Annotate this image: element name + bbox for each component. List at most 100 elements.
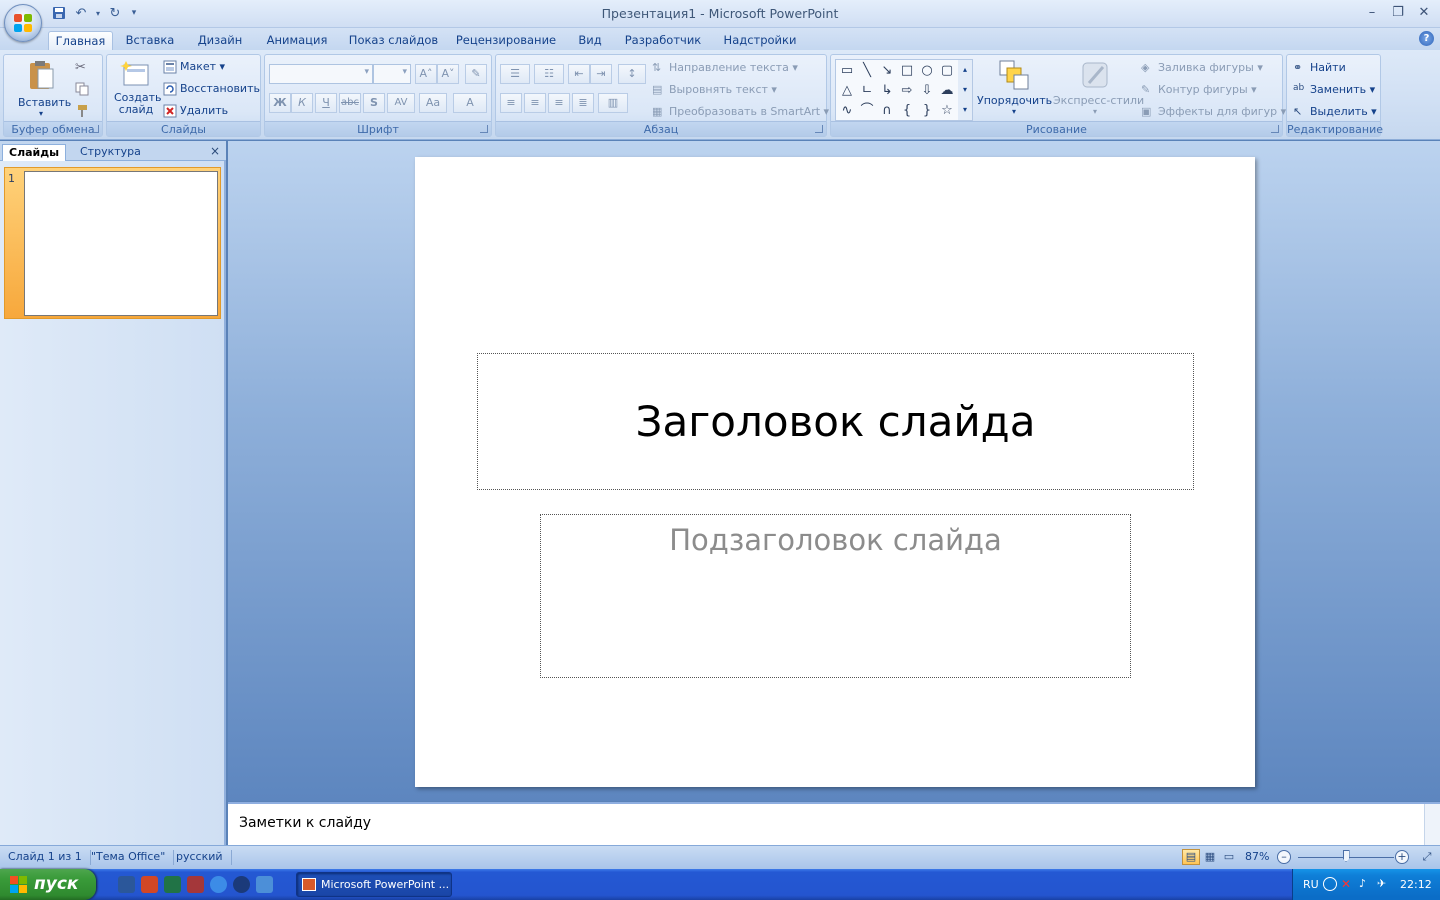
rectangle-shape-icon[interactable]: □: [898, 62, 916, 80]
notes-pane[interactable]: Заметки к слайду: [228, 802, 1440, 845]
office-button[interactable]: [4, 4, 42, 42]
shrink-font-icon[interactable]: A˅: [437, 64, 459, 84]
increase-indent-icon[interactable]: ⇥: [590, 64, 612, 84]
tab-addins[interactable]: Надстройки: [718, 31, 802, 50]
title-placeholder[interactable]: Заголовок слайда: [477, 353, 1194, 490]
elbow-arrow-shape-icon[interactable]: ↳: [878, 82, 896, 100]
cut-icon[interactable]: ✂: [75, 60, 86, 75]
clipboard-launcher-icon[interactable]: [91, 125, 99, 133]
excel-icon[interactable]: [164, 876, 181, 893]
powerpoint-icon[interactable]: [141, 876, 158, 893]
bullets-icon[interactable]: ☰: [500, 64, 530, 84]
arc-shape-icon[interactable]: ⌒: [858, 102, 876, 120]
replace-button[interactable]: ab Заменить ▾: [1293, 83, 1375, 97]
bold-button[interactable]: Ж: [269, 93, 291, 113]
align-left-icon[interactable]: ≡: [500, 93, 522, 113]
align-text-button[interactable]: ▤ Выровнять текст ▾: [652, 83, 777, 97]
keyboard-language[interactable]: RU: [1303, 878, 1319, 891]
delete-slide-button[interactable]: Удалить: [163, 104, 228, 118]
clear-format-icon[interactable]: ✎: [465, 64, 487, 84]
arrange-button[interactable]: Упорядочить ▾: [977, 59, 1052, 116]
left-brace-shape-icon[interactable]: {: [898, 102, 916, 120]
notes-scrollbar[interactable]: [1424, 804, 1440, 845]
start-button[interactable]: пуск: [0, 869, 96, 900]
font-size-combo[interactable]: [373, 64, 411, 84]
font-launcher-icon[interactable]: [480, 125, 488, 133]
find-button[interactable]: ⚭ Найти: [1293, 61, 1346, 75]
slide-sorter-view-button[interactable]: ▦: [1201, 849, 1219, 865]
triangle-shape-icon[interactable]: △: [838, 82, 856, 100]
shape-effects-button[interactable]: ▣ Эффекты для фигур ▾: [1141, 105, 1286, 119]
tray-expand-icon[interactable]: [1323, 877, 1337, 891]
textbox-shape-icon[interactable]: ▭: [838, 62, 856, 80]
tab-insert[interactable]: Вставка: [120, 31, 180, 50]
decrease-indent-icon[interactable]: ⇤: [568, 64, 590, 84]
curve-shape-icon[interactable]: ∩: [878, 102, 896, 120]
subtitle-placeholder[interactable]: Подзаголовок слайда: [540, 514, 1131, 678]
slide-thumbnail[interactable]: 1: [4, 167, 221, 319]
align-center-icon[interactable]: ≡: [524, 93, 546, 113]
justify-icon[interactable]: ≣: [572, 93, 594, 113]
change-case-button[interactable]: Aa: [419, 93, 447, 113]
drawing-launcher-icon[interactable]: [1271, 125, 1279, 133]
security-icon[interactable]: ✈: [1377, 877, 1391, 891]
copy-icon[interactable]: [75, 82, 89, 99]
slideshow-view-button[interactable]: ▭: [1220, 849, 1238, 865]
oval-shape-icon[interactable]: ○: [918, 62, 936, 80]
word-icon[interactable]: [118, 876, 135, 893]
shadow-button[interactable]: S: [363, 93, 385, 113]
new-slide-button[interactable]: Создать слайд: [111, 59, 162, 116]
right-arrow-shape-icon[interactable]: ⇨: [898, 82, 916, 100]
arrow-line-shape-icon[interactable]: ↘: [878, 62, 896, 80]
rounded-rect-shape-icon[interactable]: ▢: [938, 62, 956, 80]
minimize-button[interactable]: –: [1360, 4, 1384, 22]
zoom-level[interactable]: 87%: [1245, 850, 1277, 865]
tab-review[interactable]: Рецензирование: [452, 31, 560, 50]
taskbar-powerpoint-window[interactable]: Microsoft PowerPoint ...: [296, 872, 452, 897]
freeform-shape-icon[interactable]: ∿: [838, 102, 856, 120]
gallery-more-icon[interactable]: ▾: [958, 100, 972, 120]
zoom-out-button[interactable]: –: [1277, 850, 1291, 864]
star-shape-icon[interactable]: ☆: [938, 102, 956, 120]
panel-close-icon[interactable]: ×: [210, 144, 220, 158]
shape-outline-button[interactable]: ✎ Контур фигуры ▾: [1141, 83, 1257, 97]
tab-slideshow[interactable]: Показ слайдов: [346, 31, 441, 50]
normal-view-button[interactable]: ▤: [1182, 849, 1200, 865]
layout-button[interactable]: Макет ▾: [163, 60, 225, 74]
speaker-icon[interactable]: ♪: [1359, 877, 1373, 891]
help-icon[interactable]: ?: [1419, 31, 1434, 46]
access-icon[interactable]: [187, 876, 204, 893]
zoom-in-button[interactable]: +: [1395, 850, 1409, 864]
align-right-icon[interactable]: ≡: [548, 93, 570, 113]
network-error-icon[interactable]: ✕: [1341, 877, 1355, 891]
paragraph-launcher-icon[interactable]: [815, 125, 823, 133]
paste-button[interactable]: Вставить ▾: [18, 59, 71, 118]
tab-design[interactable]: Дизайн: [190, 31, 250, 50]
shape-fill-button[interactable]: ◈ Заливка фигуры ▾: [1141, 61, 1263, 75]
maximize-button[interactable]: ❐: [1386, 4, 1410, 22]
elbow-connector-shape-icon[interactable]: ㄴ: [858, 82, 876, 100]
font-color-button[interactable]: A: [453, 93, 487, 113]
gallery-scroll-down-icon[interactable]: ▾: [958, 80, 972, 100]
internet-explorer-icon[interactable]: [210, 876, 227, 893]
smartart-button[interactable]: ▦ Преобразовать в SmartArt ▾: [652, 105, 829, 119]
outlook-express-icon[interactable]: [256, 876, 273, 893]
strikethrough-button[interactable]: abc: [339, 93, 361, 113]
format-painter-icon[interactable]: [75, 104, 89, 121]
italic-button[interactable]: К: [291, 93, 313, 113]
right-brace-shape-icon[interactable]: }: [918, 102, 936, 120]
language-indicator[interactable]: русский: [176, 850, 232, 865]
slide-canvas[interactable]: Заголовок слайда Подзаголовок слайда: [415, 157, 1255, 787]
zoom-slider-thumb[interactable]: [1342, 850, 1350, 862]
underline-button[interactable]: Ч: [315, 93, 337, 113]
grow-font-icon[interactable]: A˄: [415, 64, 437, 84]
line-shape-icon[interactable]: ╲: [858, 62, 876, 80]
down-arrow-shape-icon[interactable]: ⇩: [918, 82, 936, 100]
font-family-combo[interactable]: [269, 64, 373, 84]
media-player-icon[interactable]: [233, 876, 250, 893]
gallery-scroll-up-icon[interactable]: ▴: [958, 60, 972, 80]
tab-animation[interactable]: Анимация: [260, 31, 334, 50]
numbering-icon[interactable]: ☷: [534, 64, 564, 84]
close-button[interactable]: ✕: [1412, 4, 1436, 22]
select-button[interactable]: ↖ Выделить ▾: [1293, 105, 1377, 119]
